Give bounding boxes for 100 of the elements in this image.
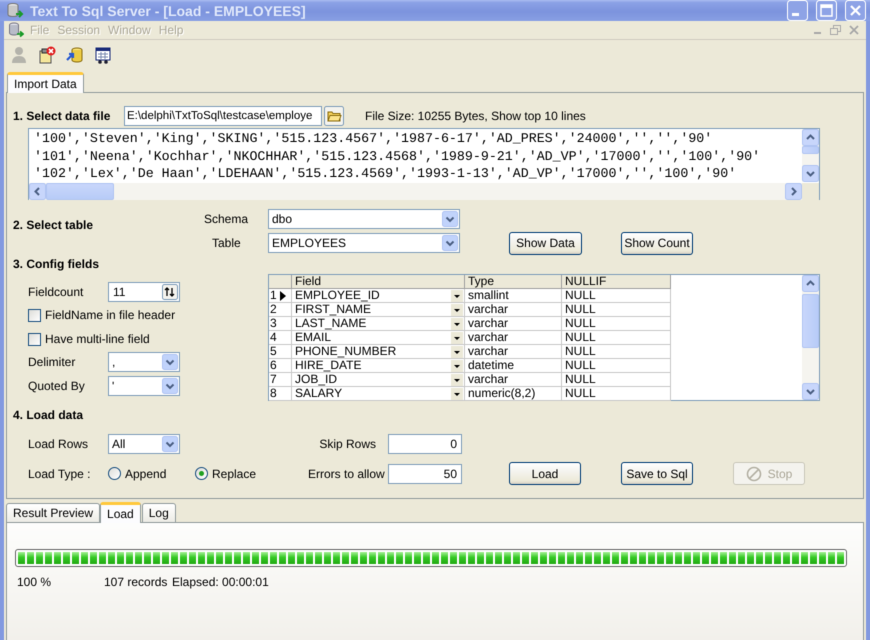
row-header[interactable]: 8 [269, 387, 292, 401]
show-button[interactable]: Show Data [509, 232, 582, 254]
preview-line: '100','Steven','King','SKING','515.123.4567','1987-6-17','AD_PRES','24000','','','90' [34, 130, 714, 148]
table-cell: PHONE_NUMBER [295, 345, 396, 358]
minimize-button[interactable] [787, 0, 808, 21]
section-heading: 4. Load data [12, 408, 84, 424]
chevron-down-icon [442, 211, 458, 227]
dropdown-button[interactable] [451, 374, 463, 386]
file-info: File Size: 10255 Bytes, Show top 10 lines [365, 109, 586, 123]
field-label: Load Rows [28, 437, 90, 451]
row-number: 6 [270, 359, 277, 372]
table-cell: NULL [562, 387, 671, 401]
scroll-up-button[interactable] [802, 129, 819, 146]
tab[interactable]: Log [142, 503, 176, 522]
errors-field[interactable]: 50 [388, 464, 462, 484]
table-cell: EMPLOYEE_ID [295, 289, 380, 302]
table-cell: EMAIL [295, 331, 332, 344]
row-header[interactable]: 6 [269, 359, 292, 373]
scrollbar-thumb[interactable] [46, 182, 114, 200]
table-label: Table [211, 236, 242, 250]
skip-rows-field[interactable]: 0 [388, 434, 462, 454]
table-dropdown[interactable]: EMPLOYEES [268, 233, 460, 253]
row-header[interactable]: 5 [269, 345, 292, 359]
save-button[interactable]: Save to Sql [621, 462, 693, 485]
dropdown-button[interactable] [451, 290, 463, 302]
dropdown-button[interactable] [451, 360, 463, 372]
maximize-button[interactable] [816, 0, 837, 21]
section-heading: 2. Select table [13, 218, 94, 232]
scroll-up-button[interactable] [802, 275, 819, 292]
scroll-left-button[interactable] [29, 182, 46, 200]
scrollbar-thumb[interactable] [802, 294, 819, 348]
show-button[interactable]: Show Count [621, 232, 693, 254]
dropdown-button[interactable] [451, 304, 463, 316]
row-number: 2 [270, 303, 277, 316]
section-heading: 1. Select data file [12, 109, 112, 123]
table-cell: NULL [562, 345, 671, 359]
dropdown-button[interactable] [451, 332, 463, 344]
fieldcount-field[interactable]: 11 [108, 282, 180, 302]
tab[interactable]: Import Data [7, 72, 84, 93]
dropdown-button[interactable] [451, 388, 463, 400]
column-header: NULLIF [562, 275, 671, 289]
table-cell: SALARY [295, 387, 342, 400]
database-arrow-icon[interactable] [66, 46, 84, 64]
field-label: Delimiter [28, 355, 76, 369]
window-icon[interactable] [94, 46, 112, 64]
row-header[interactable]: 1 [269, 289, 292, 303]
table-cell: varchar [465, 303, 562, 317]
section-heading: 3. Config fields [12, 256, 100, 273]
schema-dropdown[interactable]: dbo [268, 209, 460, 229]
tab[interactable]: Result Preview [6, 503, 100, 522]
table-cell: LAST_NAME [295, 317, 366, 330]
field-label: Quoted By [28, 379, 86, 393]
table-cell: datetime [465, 359, 562, 373]
column-header: Field [292, 275, 465, 289]
row-number: 8 [270, 387, 277, 400]
dropdown-button[interactable] [451, 346, 463, 358]
delimiter-dropdown[interactable]: , [108, 352, 180, 372]
row-header[interactable]: 2 [269, 303, 292, 317]
current-row-icon [280, 290, 286, 300]
quote-dropdown[interactable]: ' [108, 376, 180, 396]
checkbox[interactable]: FieldName in file header [28, 308, 176, 322]
row-number: 5 [270, 345, 277, 358]
radio-button[interactable]: Append [108, 466, 195, 480]
scrollbar-corner [802, 182, 819, 200]
scroll-right-button[interactable] [785, 182, 802, 200]
table-cell: NULL [562, 331, 671, 345]
field-label: Skip Rows [318, 437, 377, 451]
load-rows-dropdown[interactable]: All [108, 434, 180, 454]
corner-cell [269, 275, 292, 289]
table-cell: NULL [562, 317, 671, 331]
row-header[interactable]: 7 [269, 373, 292, 387]
row-number: 3 [270, 317, 277, 330]
table-cell: smallint [465, 289, 562, 303]
close-button[interactable] [845, 0, 866, 21]
checkbox[interactable]: Have multi-line field [28, 332, 150, 346]
scroll-down-button[interactable] [802, 165, 819, 182]
table-cell: varchar [465, 373, 562, 387]
radio-button[interactable]: Replace [195, 466, 256, 480]
file-path-field[interactable]: E:\delphi\TxtToSql\testcase\employe [124, 106, 322, 126]
database-icon [6, 2, 24, 20]
table-cell: FIRST_NAME [295, 303, 372, 316]
load-button[interactable]: Load [509, 462, 581, 485]
dropdown-button[interactable] [451, 318, 463, 330]
table-cell: HIRE_DATE [295, 359, 362, 372]
chevron-down-icon [162, 354, 178, 370]
scroll-down-button[interactable] [802, 383, 819, 400]
table-cell: NULL [562, 289, 671, 303]
column-header: Type [465, 275, 562, 289]
tab[interactable]: Load [100, 502, 141, 523]
spin-button[interactable] [162, 284, 178, 300]
table-cell: NULL [562, 373, 671, 387]
table-cell: JOB_ID [295, 373, 338, 386]
page-error-icon[interactable] [38, 46, 56, 64]
folder-button[interactable] [324, 106, 344, 126]
field-label: Load Type : [28, 466, 92, 480]
scrollbar-thumb[interactable] [802, 146, 819, 154]
table-cell: varchar [465, 317, 562, 331]
row-header[interactable]: 3 [269, 317, 292, 331]
row-header[interactable]: 4 [269, 331, 292, 345]
no-entry-icon [746, 466, 762, 482]
